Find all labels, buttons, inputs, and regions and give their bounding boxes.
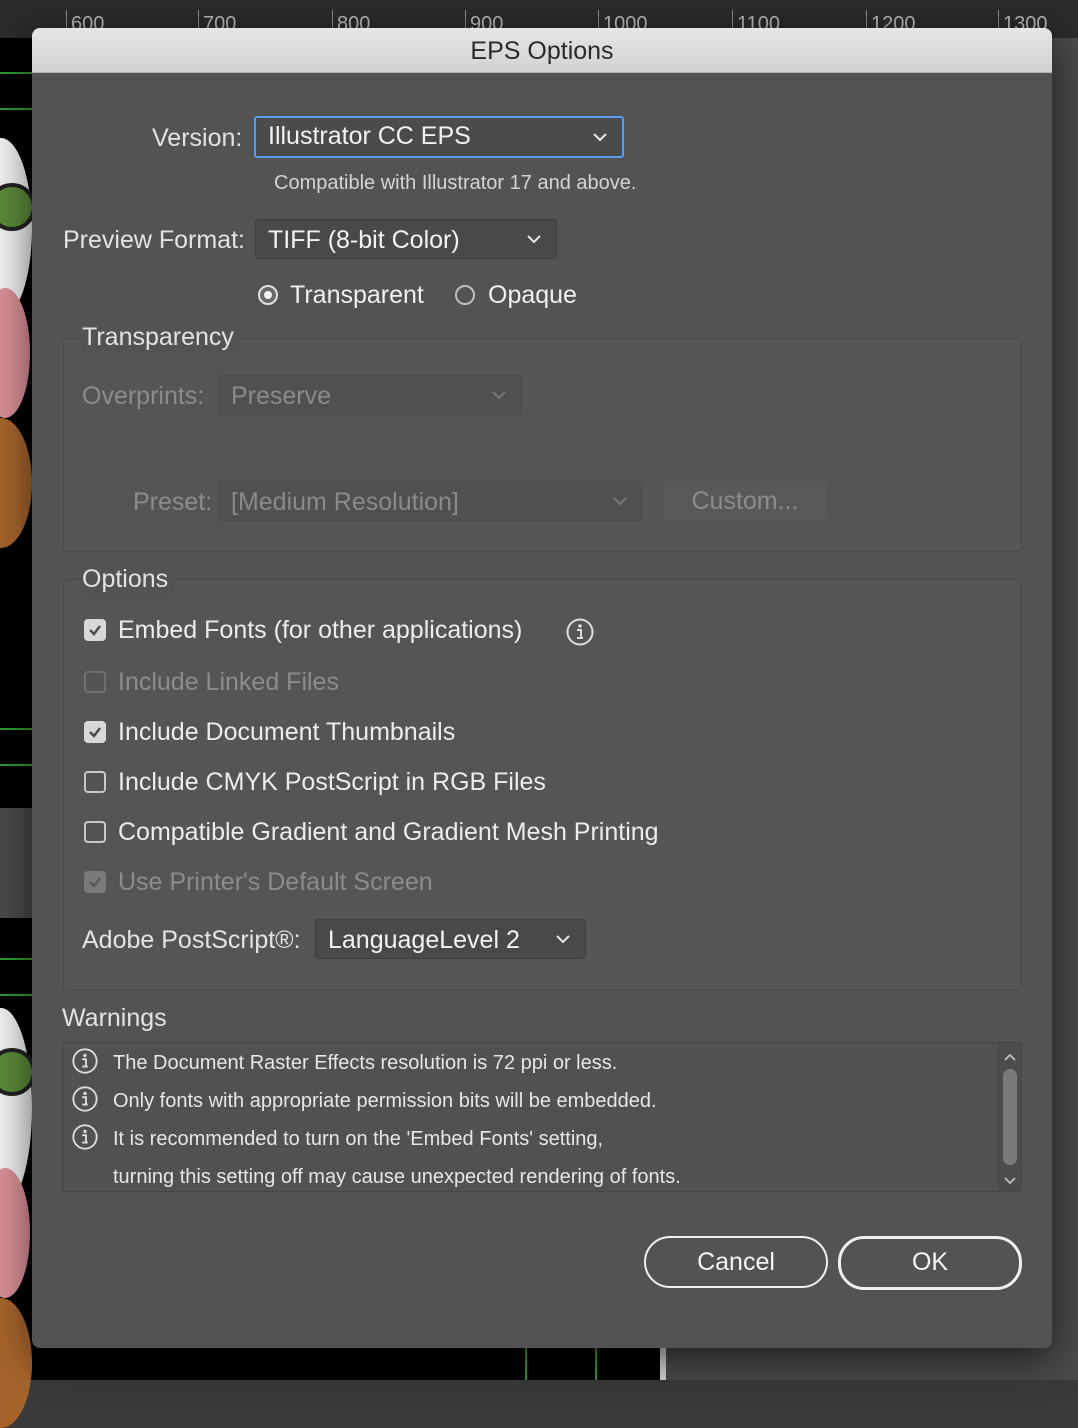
guide-line [595,1348,597,1380]
printer-default-screen-checkbox[interactable] [84,871,106,893]
artwork-shape [0,418,32,548]
guide-line [0,958,32,960]
artwork-shape [0,1298,32,1428]
warning-text: Only fonts with appropriate permission b… [113,1089,657,1112]
info-icon [71,1085,99,1118]
warning-text: turning this setting off may cause unexp… [113,1165,681,1188]
options-group-title: Options [82,565,175,594]
guide-line [525,1348,527,1380]
overprints-label: Overprints: [82,382,205,410]
info-icon[interactable] [565,617,595,652]
embed-fonts-checkbox[interactable] [84,619,106,641]
include-cmyk-checkbox[interactable] [84,771,106,793]
chevron-down-icon [592,118,608,156]
artboard-gap [0,808,32,918]
warning-item: turning this setting off may cause unexp… [71,1161,681,1191]
info-icon [71,1047,99,1080]
guide-line [0,728,32,730]
chevron-down-icon [612,482,628,520]
include-linked-files-checkbox[interactable] [84,671,106,693]
custom-button[interactable]: Custom... [664,481,826,521]
preview-format-label: Preview Format: [63,226,245,254]
guide-line [0,108,32,110]
warning-item: The Document Raster Effects resolution i… [71,1047,617,1079]
warning-item: It is recommended to turn on the 'Embed … [71,1123,603,1155]
opaque-radio[interactable] [455,285,475,305]
include-thumbnails-checkbox[interactable] [84,721,106,743]
ok-button[interactable]: OK [838,1236,1022,1290]
chevron-down-icon [491,376,507,414]
eps-options-dialog: EPS Options Version: Illustrator CC EPS … [32,28,1052,1348]
warning-text: The Document Raster Effects resolution i… [113,1051,618,1074]
guide-line [0,72,32,74]
chevron-down-icon [526,220,542,258]
version-dropdown[interactable]: Illustrator CC EPS [254,116,624,158]
dialog-title[interactable]: EPS Options [32,28,1052,73]
include-thumbnails-label[interactable]: Include Document Thumbnails [118,718,455,747]
chevron-up-icon[interactable] [1003,1049,1017,1067]
chevron-down-icon [555,920,571,958]
preset-label: Preset: [133,488,213,516]
transparent-radio-label[interactable]: Transparent [290,281,424,310]
transparency-group-title: Transparency [82,323,240,352]
preset-dropdown[interactable]: [Medium Resolution] [218,481,643,521]
preview-format-dropdown[interactable]: TIFF (8-bit Color) [255,219,557,259]
transparent-radio[interactable] [258,285,278,305]
overprints-dropdown[interactable]: Preserve [218,375,522,415]
opaque-radio-label[interactable]: Opaque [488,281,577,310]
include-cmyk-label[interactable]: Include CMYK PostScript in RGB Files [118,768,546,797]
postscript-level-value: LanguageLevel 2 [328,926,520,954]
artwork-shape [0,1168,30,1298]
artwork-shape [0,288,30,418]
printer-default-screen-label[interactable]: Use Printer's Default Screen [118,868,433,897]
preset-value: [Medium Resolution] [231,488,459,516]
warnings-list[interactable]: The Document Raster Effects resolution i… [62,1042,1022,1192]
guide-line [0,764,32,766]
postscript-label: Adobe PostScript®: [82,926,301,954]
warnings-scrollbar[interactable] [998,1043,1021,1191]
version-compatibility-note: Compatible with Illustrator 17 and above… [274,172,637,194]
overprints-value: Preserve [231,382,332,410]
scrollbar-thumb[interactable] [1003,1069,1017,1165]
warnings-title: Warnings [62,1004,167,1032]
include-linked-files-label[interactable]: Include Linked Files [118,668,339,697]
warning-item: Only fonts with appropriate permission b… [71,1085,657,1117]
compatible-gradient-label[interactable]: Compatible Gradient and Gradient Mesh Pr… [118,818,659,847]
warning-text: It is recommended to turn on the 'Embed … [113,1127,604,1150]
version-label: Version: [152,124,243,152]
chevron-down-icon[interactable] [1003,1173,1017,1191]
guide-line [0,994,32,996]
postscript-level-dropdown[interactable]: LanguageLevel 2 [315,919,586,959]
compatible-gradient-checkbox[interactable] [84,821,106,843]
cancel-button[interactable]: Cancel [644,1236,828,1288]
preview-format-value: TIFF (8-bit Color) [268,226,460,254]
embed-fonts-label[interactable]: Embed Fonts (for other applications) [118,616,522,645]
info-icon [71,1123,99,1156]
version-value: Illustrator CC EPS [268,122,471,150]
